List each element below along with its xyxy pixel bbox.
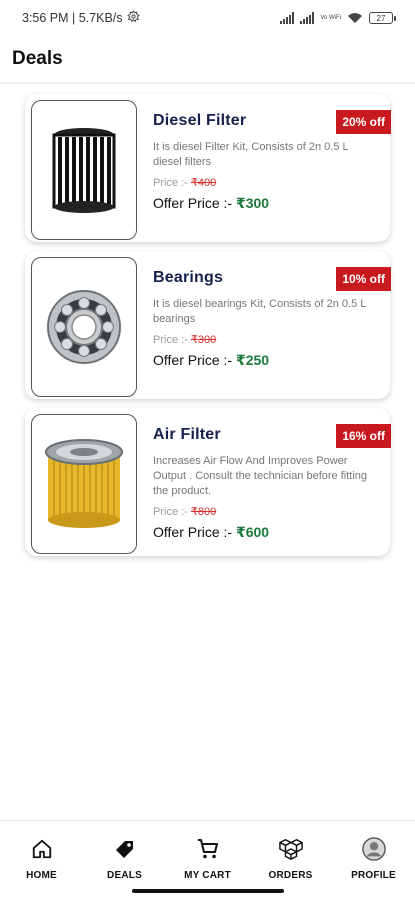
- offer-line: Offer Price :- ₹600: [153, 524, 384, 541]
- tag-icon: [113, 837, 137, 861]
- settings-icon: [126, 10, 140, 26]
- diesel-filter-image: [31, 100, 137, 240]
- nav-home[interactable]: HOME: [2, 837, 82, 900]
- nav-label: DEALS: [107, 870, 142, 881]
- discount-badge: 16% off: [336, 424, 391, 448]
- discount-badge: 10% off: [336, 267, 391, 291]
- product-description: Increases Air Flow And Improves Power Ou…: [153, 455, 368, 497]
- price-line: Price :- ₹800: [153, 505, 384, 518]
- page-title: Deals: [12, 48, 63, 69]
- product-description: It is diesel Filter Kit, Consists of 2n …: [153, 141, 349, 168]
- nav-profile[interactable]: PROFILE: [334, 837, 414, 900]
- original-price: ₹400: [190, 177, 217, 189]
- price-label: Price :-: [153, 177, 188, 189]
- offer-label: Offer Price :-: [153, 352, 233, 368]
- price-line: Price :- ₹300: [153, 333, 384, 346]
- status-time: 3:56 PM | 5.7KB/s: [22, 11, 123, 25]
- offer-label: Offer Price :-: [153, 195, 233, 211]
- deal-list: Diesel Filter It is diesel Filter Kit, C…: [0, 84, 415, 556]
- deal-card[interactable]: Bearings It is diesel bearings Kit, Cons…: [25, 251, 391, 399]
- offer-price: ₹600: [235, 524, 270, 540]
- deal-card[interactable]: Air Filter Increases Air Flow And Improv…: [25, 408, 391, 556]
- home-indicator[interactable]: [132, 889, 284, 893]
- price-label: Price :-: [153, 334, 188, 346]
- battery-icon: 27: [369, 12, 396, 24]
- deal-card[interactable]: Diesel Filter It is diesel Filter Kit, C…: [25, 94, 391, 242]
- offer-price: ₹250: [235, 352, 270, 368]
- cart-icon: [196, 837, 220, 861]
- status-left: 3:56 PM | 5.7KB/s: [22, 10, 140, 26]
- nav-label: PROFILE: [351, 870, 396, 881]
- nav-label: MY CART: [184, 870, 231, 881]
- profile-icon: [361, 837, 386, 861]
- app-header: Deals: [0, 36, 415, 84]
- nav-label: HOME: [26, 870, 57, 881]
- home-icon: [30, 837, 54, 861]
- product-description: It is diesel bearings Kit, Consists of 2…: [153, 298, 366, 325]
- signal-icon: [280, 12, 295, 24]
- original-price: ₹300: [190, 334, 217, 346]
- offer-line: Offer Price :- ₹250: [153, 352, 384, 369]
- offer-label: Offer Price :-: [153, 524, 233, 540]
- price-label: Price :-: [153, 506, 188, 518]
- offer-price: ₹300: [235, 195, 270, 211]
- wifi-icon: [347, 12, 363, 24]
- air-filter-image: [31, 414, 137, 554]
- original-price: ₹800: [190, 506, 217, 518]
- nav-label: ORDERS: [268, 870, 313, 881]
- vowifi-label: Vo WiFi: [320, 15, 341, 21]
- status-bar: 3:56 PM | 5.7KB/s Vo WiFi 27: [0, 0, 415, 36]
- bottom-nav: HOME DEALS MY CART ORDERS PROFILE: [0, 820, 415, 900]
- discount-badge: 20% off: [336, 110, 391, 134]
- signal-icon: [300, 12, 315, 24]
- bearing-image: [31, 257, 137, 397]
- boxes-icon: [278, 837, 303, 861]
- price-line: Price :- ₹400: [153, 176, 384, 189]
- status-right: Vo WiFi 27: [280, 12, 396, 24]
- offer-line: Offer Price :- ₹300: [153, 195, 384, 212]
